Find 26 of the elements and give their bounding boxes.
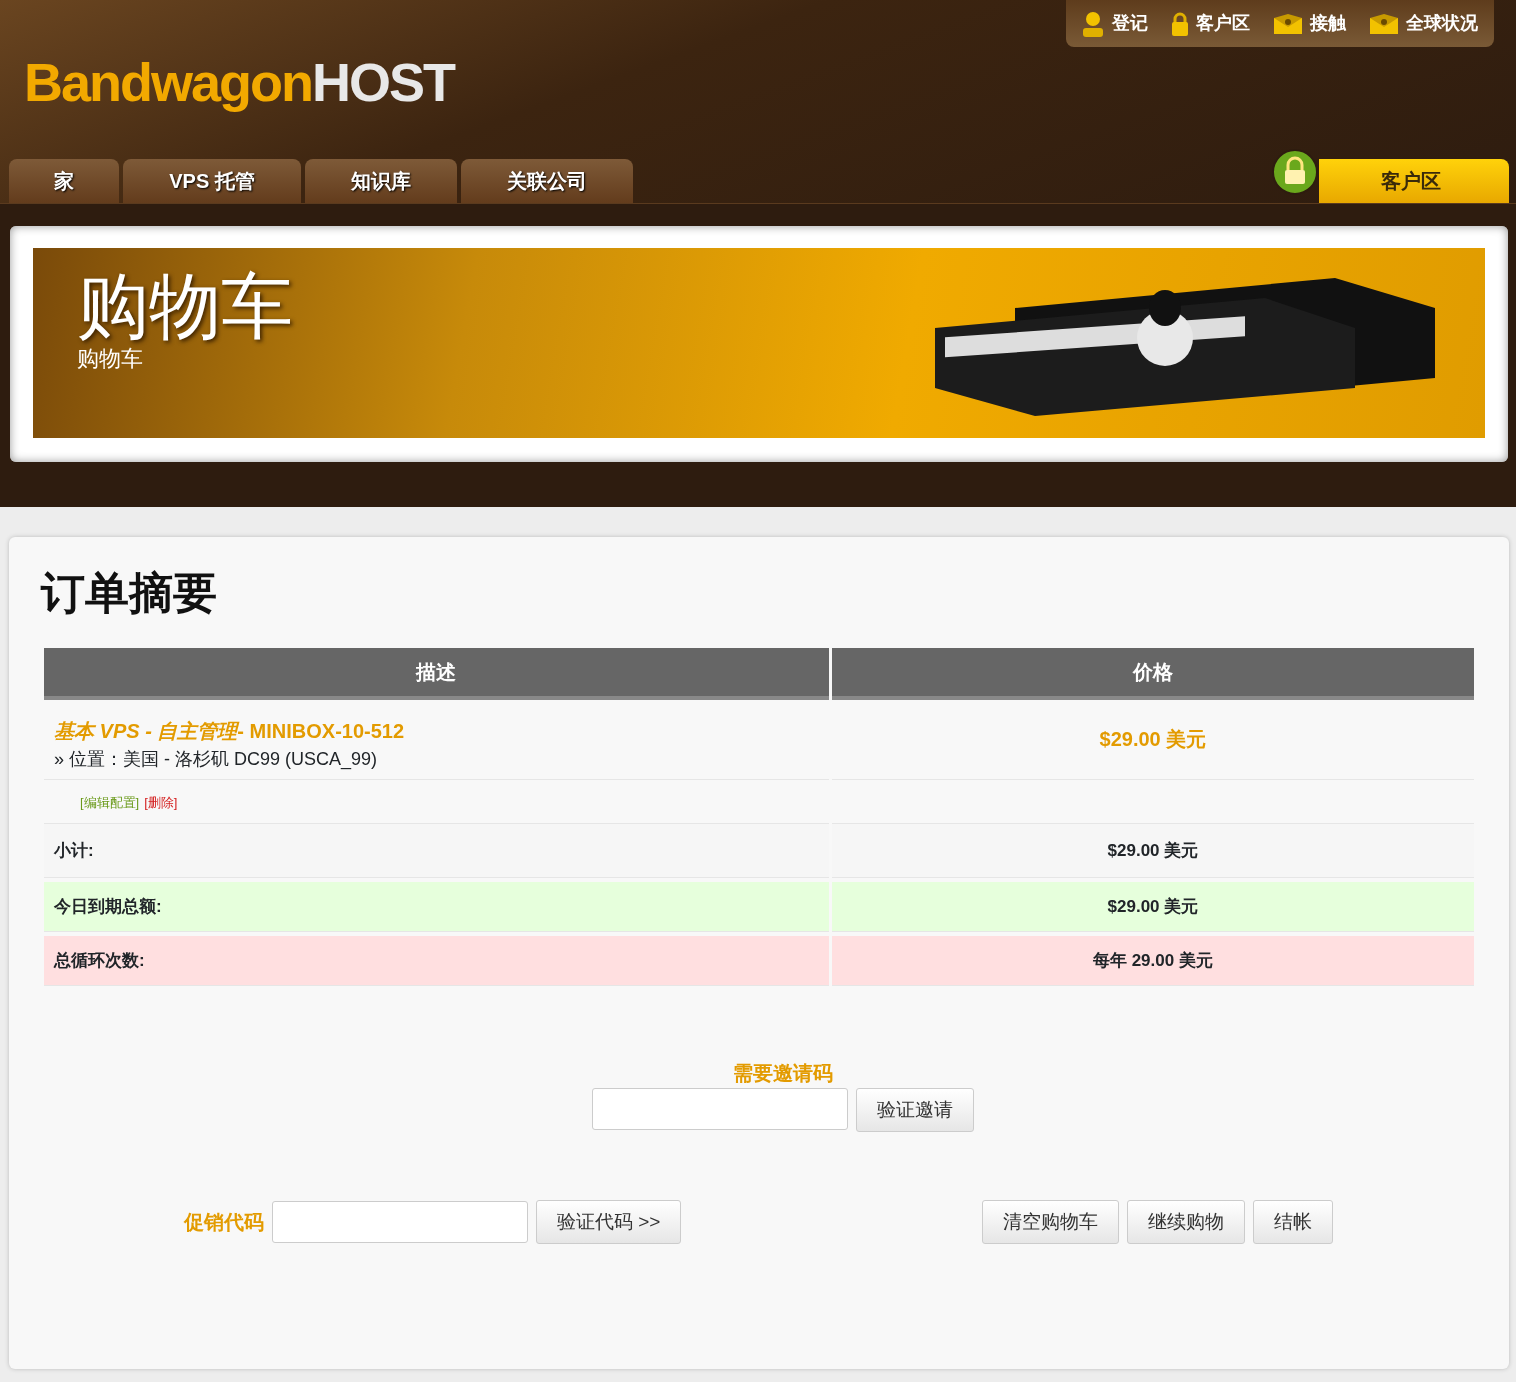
nav-tab[interactable]: 知识库 [305,159,457,203]
remove-link[interactable]: [删除] [144,794,178,810]
checkout-button[interactable]: 结帐 [1253,1199,1333,1244]
banner-title: 购物车 [77,270,294,342]
empty-cart-button[interactable]: 清空购物车 [982,1199,1119,1244]
client-area-button[interactable]: 客户区 [1319,159,1509,203]
top-link[interactable]: 客户区 [1172,10,1250,37]
location-text: » 位置：美国 - 洛杉矶 DC99 (USCA_99) [54,747,379,772]
banner-subtitle: 购物车 [77,345,144,373]
column-header: 描述 [44,647,829,700]
top-link[interactable]: 登记 [1082,10,1148,37]
verify-code-button[interactable]: 验证代码 >> [536,1199,682,1244]
column-header: 价格 [831,647,1474,700]
product-name: 基本 VPS - 自主管理- MINIBOX-10-512 [54,718,406,744]
nav-tab[interactable]: 家 [9,159,119,203]
nav-tab[interactable]: 关联公司 [461,159,633,203]
top-link[interactable]: 全球状况 [1370,10,1478,37]
continue-shopping-button[interactable]: 继续购物 [1127,1199,1245,1244]
price-text: $29.00 美元 [831,699,1474,780]
verify-invite-button[interactable]: 验证邀请 [856,1087,974,1132]
top-link[interactable]: 接触 [1274,10,1346,37]
promo-code-label: 促销代码 [184,1209,264,1235]
nav-tab[interactable]: VPS 托管 [123,159,301,203]
logo: BandwagonHOST [24,51,454,114]
page-heading: 订单摘要 [41,567,218,619]
invite-code-label: 需要邀请码 [733,1060,833,1086]
